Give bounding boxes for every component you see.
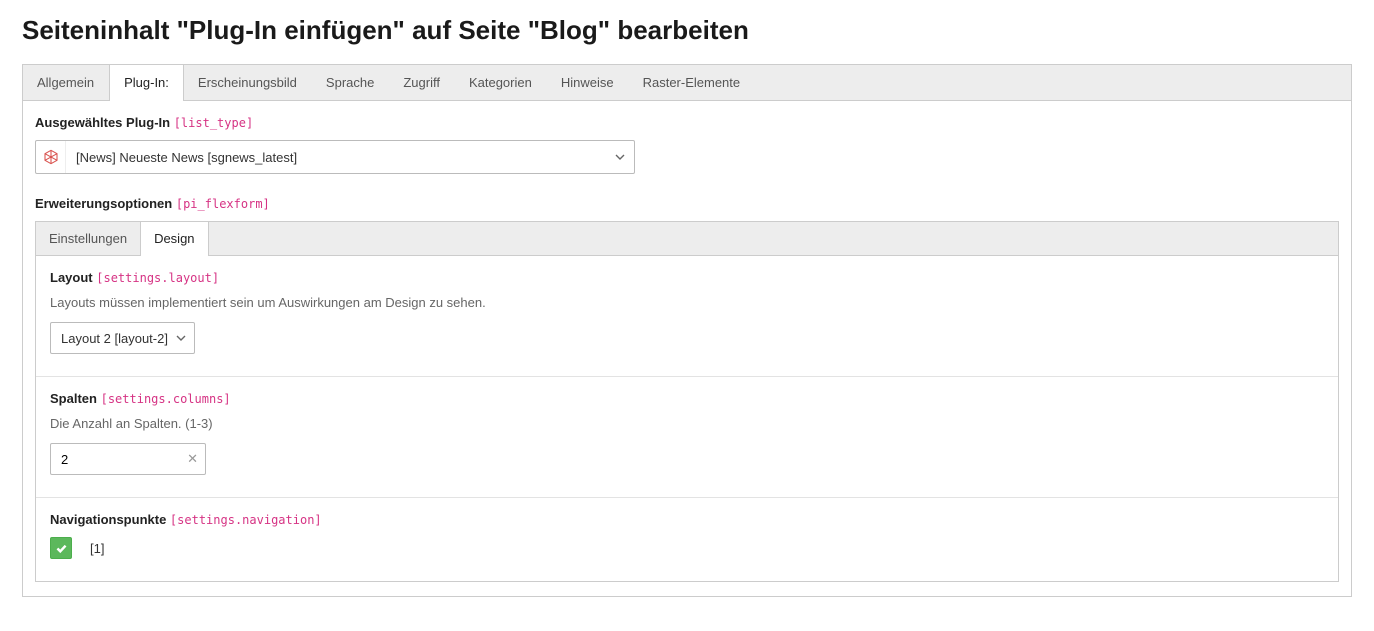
chevron-down-icon (176, 331, 186, 346)
layout-tech: [settings.layout] (96, 271, 219, 285)
chevron-down-icon (606, 141, 634, 173)
navigation-tech: [settings.navigation] (170, 513, 322, 527)
columns-help: Die Anzahl an Spalten. (1-3) (50, 416, 1324, 431)
plugin-panel: Ausgewähltes Plug-In [list_type] [News] … (22, 100, 1352, 597)
navigation-checkbox[interactable] (50, 537, 72, 559)
ext-options-tech: [pi_flexform] (176, 197, 270, 211)
ext-subtabbar: Einstellungen Design (35, 221, 1339, 255)
navigation-value: [1] (90, 541, 104, 556)
layout-select[interactable]: Layout 2 [layout-2] (50, 322, 195, 354)
page-title: Seiteninhalt "Plug-In einfügen" auf Seit… (22, 15, 1352, 46)
plugin-icon (36, 141, 66, 173)
columns-input[interactable] (50, 443, 206, 475)
tab-sprache[interactable]: Sprache (312, 65, 389, 100)
tab-raster-elemente[interactable]: Raster-Elemente (629, 65, 756, 100)
columns-input-wrap: ✕ (50, 443, 206, 475)
columns-tech: [settings.columns] (101, 392, 231, 406)
plugin-select-label: Ausgewähltes Plug-In [list_type] (35, 115, 1339, 130)
plugin-select-tech: [list_type] (174, 116, 253, 130)
navigation-label-text: Navigationspunkte (50, 512, 166, 527)
tab-erscheinungsbild[interactable]: Erscheinungsbild (184, 65, 312, 100)
plugin-select[interactable]: [News] Neueste News [sgnews_latest] (35, 140, 635, 174)
subtab-einstellungen[interactable]: Einstellungen (36, 222, 140, 255)
tab-allgemein[interactable]: Allgemein (23, 65, 109, 100)
columns-field: Spalten [settings.columns] Die Anzahl an… (36, 377, 1338, 498)
plugin-select-value: [News] Neueste News [sgnews_latest] (66, 141, 606, 173)
navigation-label: Navigationspunkte [settings.navigation] (50, 512, 1324, 527)
tab-plugin[interactable]: Plug-In: (109, 65, 184, 101)
main-tabbar: Allgemein Plug-In: Erscheinungsbild Spra… (22, 64, 1352, 100)
layout-select-value: Layout 2 [layout-2] (61, 331, 168, 346)
ext-subpanel: Layout [settings.layout] Layouts müssen … (35, 255, 1339, 582)
tab-zugriff[interactable]: Zugriff (389, 65, 455, 100)
layout-label: Layout [settings.layout] (50, 270, 1324, 285)
ext-options-label: Erweiterungsoptionen [pi_flexform] (35, 196, 1339, 211)
layout-label-text: Layout (50, 270, 93, 285)
columns-label-text: Spalten (50, 391, 97, 406)
tab-kategorien[interactable]: Kategorien (455, 65, 547, 100)
clear-icon[interactable]: ✕ (187, 451, 198, 467)
tab-hinweise[interactable]: Hinweise (547, 65, 629, 100)
layout-field: Layout [settings.layout] Layouts müssen … (36, 256, 1338, 377)
columns-label: Spalten [settings.columns] (50, 391, 1324, 406)
navigation-field: Navigationspunkte [settings.navigation] … (36, 498, 1338, 581)
subtab-design[interactable]: Design (140, 222, 208, 256)
ext-options-label-text: Erweiterungsoptionen (35, 196, 172, 211)
plugin-select-label-text: Ausgewähltes Plug-In (35, 115, 170, 130)
layout-help: Layouts müssen implementiert sein um Aus… (50, 295, 1324, 310)
